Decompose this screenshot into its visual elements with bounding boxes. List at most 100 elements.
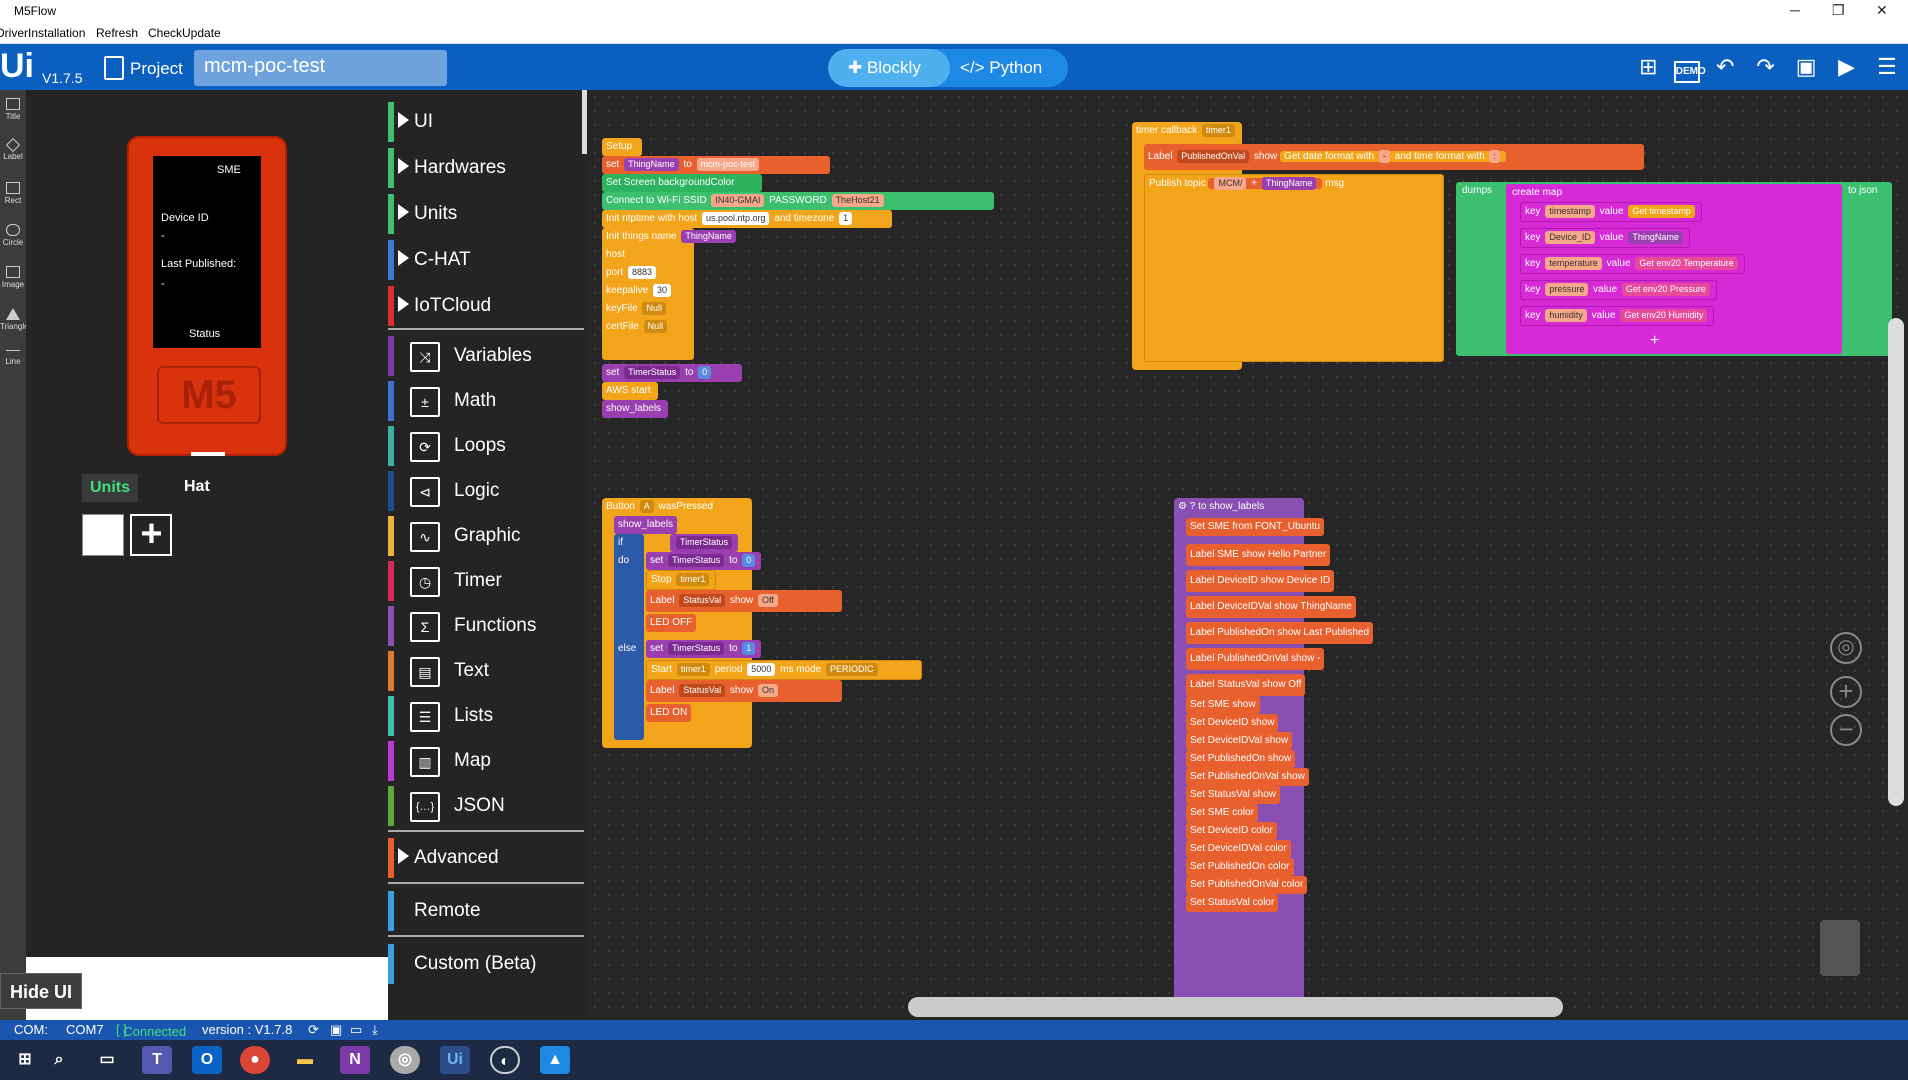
close-button[interactable]: ✕	[1876, 2, 1888, 19]
menu-refresh[interactable]: Refresh	[96, 26, 138, 40]
label-status[interactable]: Status	[189, 328, 220, 340]
category-advanced[interactable]: Advanced	[388, 838, 588, 878]
new-file-icon[interactable]: ⊞	[1633, 52, 1663, 82]
download-icon[interactable]: ▣	[1791, 52, 1821, 82]
set-timer-row[interactable]: set TimerStatus to 0	[602, 364, 742, 382]
start-icon[interactable]: ⊞	[10, 1046, 40, 1074]
label-published-row[interactable]: Label PublishedOnVal show Get date forma…	[1144, 144, 1644, 170]
function-row[interactable]: Set SME color	[1186, 804, 1258, 822]
category-graphic[interactable]: ∿ Graphic	[388, 516, 588, 556]
publish-block[interactable]: Publish topic MCM/ + ThingName msg	[1144, 174, 1444, 362]
map-row-device-id[interactable]: key Device_ID value ThingName	[1520, 228, 1690, 248]
teams-icon[interactable]: T	[142, 1046, 172, 1074]
category-custom[interactable]: Custom (Beta)	[388, 944, 588, 984]
obs-icon[interactable]: ◐	[490, 1046, 520, 1074]
outlook-icon[interactable]: O	[192, 1046, 222, 1074]
led-off-row[interactable]: LED OFF	[646, 614, 697, 632]
device-screen[interactable]: SME Device ID - Last Published: - Status	[153, 156, 261, 348]
category-units[interactable]: Units	[388, 194, 588, 234]
call-show-labels[interactable]: show_labels	[614, 516, 678, 534]
categories-scrollbar[interactable]	[582, 90, 587, 154]
workspace-vscrollbar[interactable]	[1888, 318, 1904, 806]
hide-ui-button[interactable]: Hide UI	[0, 973, 82, 1009]
undo-icon[interactable]: ↶	[1710, 52, 1740, 82]
uiflow-icon[interactable]: Ui	[440, 1046, 470, 1074]
category-json[interactable]: {…} JSON	[388, 786, 588, 826]
map-row-temperature[interactable]: key temperature value Get env20 Temperat…	[1520, 254, 1745, 274]
tool-circle[interactable]: Circle	[0, 224, 26, 247]
category-math[interactable]: ± Math	[388, 381, 588, 421]
init-things-block[interactable]: Init things name ThingName host port 888…	[602, 228, 736, 360]
label-sme[interactable]: SME	[217, 164, 241, 176]
minimize-button[interactable]: ─	[1790, 2, 1800, 18]
category-hardwares[interactable]: Hardwares	[388, 148, 588, 188]
label-device-id[interactable]: Device ID	[161, 212, 209, 224]
function-row[interactable]: Set SME show	[1186, 696, 1260, 714]
trash-icon[interactable]	[1820, 920, 1860, 976]
menu-driver-installation[interactable]: DriverInstallation	[0, 26, 85, 40]
aws-start-row[interactable]: AWS start	[602, 382, 658, 400]
tool-title[interactable]: Title	[0, 98, 26, 121]
python-tab[interactable]: </> Python	[952, 49, 1042, 87]
function-row[interactable]: Label StatusVal show Off	[1186, 674, 1306, 696]
category-loops[interactable]: ⟳ Loops	[388, 426, 588, 466]
taskview-icon[interactable]: ▭	[92, 1046, 122, 1074]
run-icon[interactable]: ▶	[1832, 52, 1862, 82]
blockly-tab[interactable]: ✚ Blockly	[828, 49, 950, 87]
category-remote[interactable]: Remote	[388, 891, 588, 931]
label-off-row[interactable]: Label StatusVal show Off	[646, 590, 842, 612]
com-port[interactable]: COM7	[66, 1022, 104, 1037]
timer-callback-block[interactable]: timer callback timer1 Label PublishedOnV…	[1132, 122, 1644, 370]
tool-triangle[interactable]: Triangle	[0, 308, 29, 331]
stop-timer[interactable]: Stop timer1	[646, 570, 717, 590]
if-else-block[interactable]: if do else	[614, 534, 644, 740]
tool-line[interactable]: Line	[0, 350, 26, 366]
maximize-button[interactable]: ❐	[1832, 2, 1845, 19]
tool-label[interactable]: Label	[0, 137, 26, 161]
onenote-icon[interactable]: N	[340, 1046, 370, 1074]
tool-rect[interactable]: Rect	[0, 182, 26, 205]
label-on-row[interactable]: Label StatusVal show On	[646, 680, 842, 702]
function-row[interactable]: Label PublishedOn show Last Published	[1186, 622, 1374, 644]
folder-icon[interactable]: ▭	[350, 1022, 362, 1038]
category-iotcloud[interactable]: IoTCloud	[388, 286, 588, 326]
label-published-on[interactable]: Last Published:	[161, 258, 236, 270]
map-add-icon[interactable]: +	[1646, 332, 1663, 350]
category-map[interactable]: ▥ Map	[388, 741, 588, 781]
search-icon[interactable]: ⌕	[44, 1046, 74, 1074]
units-tab[interactable]: Units	[82, 474, 138, 502]
function-row[interactable]: Set PublishedOn show	[1186, 750, 1296, 768]
function-row[interactable]: Label SME show Hello Partner	[1186, 544, 1331, 566]
demo-icon[interactable]: DEMO	[1673, 61, 1706, 83]
explorer-icon[interactable]: ▬	[290, 1046, 320, 1074]
menu-icon[interactable]: ☰	[1872, 52, 1902, 82]
refresh-icon[interactable]: ⟳	[308, 1022, 319, 1038]
show-labels-function[interactable]: ⚙ ? to show_labels Set SME from FONT_Ubu…	[1174, 498, 1374, 1006]
function-row[interactable]: Label PublishedOnVal show -	[1186, 648, 1325, 670]
app-icon[interactable]: ◎	[390, 1046, 420, 1074]
set-timer-1[interactable]: set TimerStatus to 1	[646, 640, 762, 658]
download-icon[interactable]: ⤓	[372, 1022, 378, 1038]
function-row[interactable]: Set DeviceID color	[1186, 822, 1277, 840]
dumps-block[interactable]: dumps to json create map key timestamp v…	[1456, 182, 1892, 356]
category-ui[interactable]: UI	[388, 102, 588, 142]
start-timer-row[interactable]: Start timer1 period 5000 ms mode PERIODI…	[646, 660, 922, 680]
led-on-row[interactable]: LED ON	[646, 704, 692, 722]
set-timer-0[interactable]: set TimerStatus to 0	[646, 552, 762, 570]
map-row-timestamp[interactable]: key timestamp value Get timestamp	[1520, 202, 1702, 222]
function-row[interactable]: Set DeviceID show	[1186, 714, 1279, 732]
map-row-humidity[interactable]: key humidity value Get env20 Humidity	[1520, 306, 1715, 326]
tool-image[interactable]: Image	[0, 266, 26, 289]
map-row-pressure[interactable]: key pressure value Get env20 Pressure	[1520, 280, 1717, 300]
photos-icon[interactable]: ▲	[540, 1046, 570, 1074]
button-block[interactable]: Button A wasPressed show_labels if do el…	[602, 498, 922, 748]
function-row[interactable]: Set DeviceIDVal show	[1186, 732, 1293, 750]
project-button[interactable]: Project	[104, 56, 183, 80]
function-row[interactable]: Set PublishedOn color	[1186, 858, 1294, 876]
mode-toggle[interactable]: ✚ Blockly </> Python	[828, 49, 1068, 87]
category-timer[interactable]: ◷ Timer	[388, 561, 588, 601]
function-row[interactable]: Set StatusVal show	[1186, 786, 1280, 804]
ntp-row[interactable]: Init ntptime with host us.pool.ntp.org a…	[602, 210, 892, 228]
category-text[interactable]: ▤ Text	[388, 651, 588, 691]
category-lists[interactable]: ☰ Lists	[388, 696, 588, 736]
